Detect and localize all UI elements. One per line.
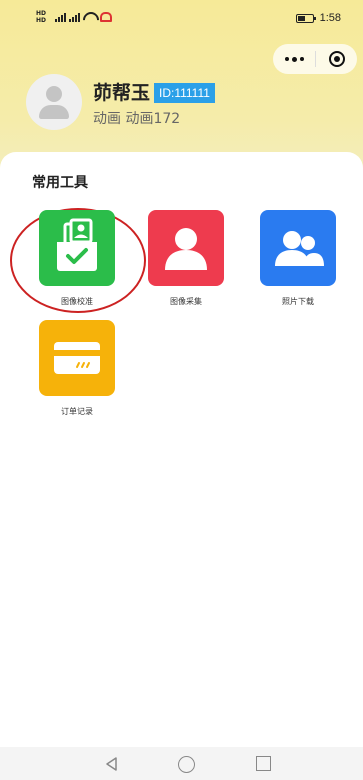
home-circle-icon[interactable] [178, 756, 195, 773]
recent-square-icon[interactable] [256, 756, 271, 771]
person-avatar-icon [46, 86, 62, 102]
person-icon [148, 210, 224, 286]
miniprogram-capsule [273, 44, 357, 74]
section-title: 常用工具 [32, 175, 88, 191]
status-bar: HD HD 1:58 [0, 0, 363, 38]
user-department: 动画 动画172 [93, 111, 181, 127]
wifi-icon [83, 12, 95, 22]
avatar-body-shape [39, 105, 69, 119]
user-id-badge: ID:111111 [154, 83, 215, 103]
tool-label: 订单记录 [61, 407, 93, 416]
photo-calibrate-icon [39, 210, 115, 286]
tool-order-records[interactable]: 订单记录 [39, 320, 115, 417]
tool-photo-download[interactable]: 照片下载 [260, 210, 336, 307]
tool-photo-calibrate[interactable]: 图像校准 [39, 210, 115, 307]
tools-panel: 常用工具 图像校准 图像采集 照片下载 订单记录 [0, 152, 363, 747]
signal-icon [69, 12, 80, 22]
tool-photo-capture[interactable]: 图像采集 [148, 210, 224, 307]
card-icon [39, 320, 115, 396]
notification-app-icon [100, 12, 112, 22]
status-time: 1:58 [319, 12, 341, 24]
target-icon [328, 51, 345, 67]
battery-icon [295, 13, 316, 23]
tool-label: 照片下载 [282, 297, 314, 306]
group-icon [260, 210, 336, 286]
avatar[interactable] [26, 74, 82, 130]
tool-label: 图像校准 [61, 297, 93, 306]
back-triangle-icon[interactable] [104, 756, 120, 772]
close-miniprogram-button[interactable] [316, 44, 357, 74]
tool-label: 图像采集 [170, 297, 202, 306]
user-name: 茆帮玉 [93, 82, 151, 104]
more-dots-icon[interactable] [273, 44, 315, 74]
sim-indicator: HD HD [36, 10, 47, 24]
signal-icon [55, 12, 66, 22]
system-nav-bar [0, 747, 363, 780]
